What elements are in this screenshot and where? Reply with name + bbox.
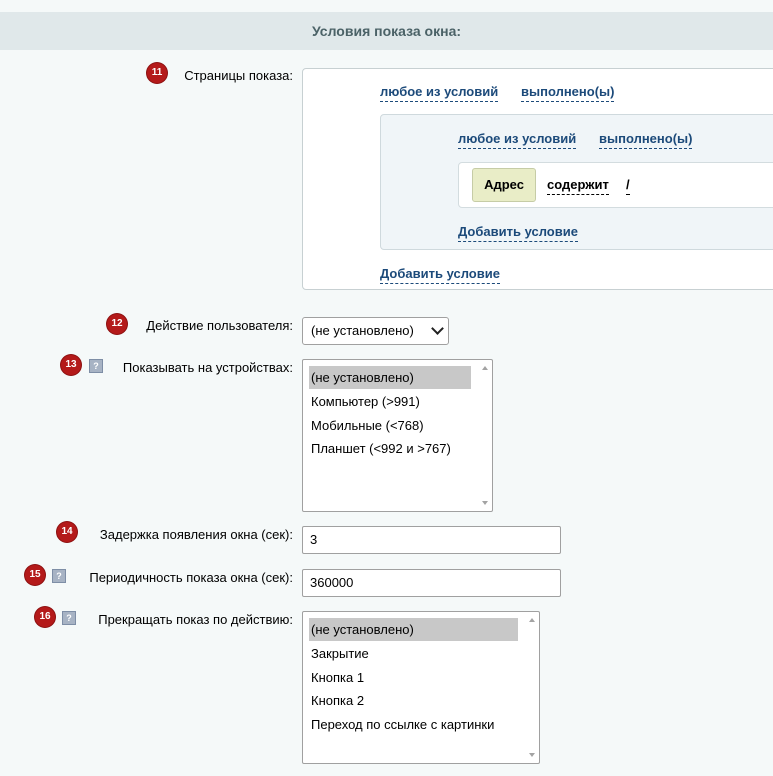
help-icon[interactable]: ? [62, 611, 76, 625]
scrollbar[interactable] [525, 612, 539, 763]
section-title: Условия показа окна: [311, 23, 462, 39]
user-action-select-value: (не установлено) [311, 323, 414, 338]
scroll-down-icon[interactable] [529, 753, 535, 757]
scroll-up-icon[interactable] [529, 618, 535, 622]
row-badge-devices: 13 [61, 355, 81, 375]
scrollbar[interactable] [478, 360, 492, 511]
list-item[interactable]: Кнопка 1 [309, 666, 364, 689]
outer-done-link[interactable]: выполнено(ы) [521, 84, 615, 102]
row-badge-periodicity: 15 [25, 565, 45, 585]
inner-done-link[interactable]: выполнено(ы) [599, 131, 693, 149]
scroll-down-icon[interactable] [482, 501, 488, 505]
inner-add-condition-link[interactable]: Добавить условие [458, 224, 578, 242]
devices-label: Показывать на устройствах: [122, 360, 293, 375]
list-item[interactable]: Переход по ссылке с картинки [309, 713, 494, 736]
scroll-up-icon[interactable] [482, 366, 488, 370]
condition-value[interactable]: / [626, 177, 630, 195]
row-badge-delay: 14 [57, 522, 77, 542]
delay-input[interactable]: 3 [302, 526, 561, 554]
chevron-down-icon [431, 322, 444, 335]
list-item[interactable]: Компьютер (>991) [309, 390, 420, 413]
list-item[interactable]: Кнопка 2 [309, 689, 364, 712]
user-action-select[interactable]: (не установлено) [302, 317, 449, 345]
condition-operator[interactable]: содержит [547, 177, 609, 195]
list-item[interactable]: Закрытие [309, 642, 369, 665]
delay-label: Задержка появления окна (сек): [99, 527, 293, 542]
help-icon[interactable]: ? [89, 359, 103, 373]
stop-on-label: Прекращать показ по действию: [98, 612, 293, 627]
top-strip [0, 0, 773, 12]
help-icon[interactable]: ? [52, 569, 66, 583]
list-item[interactable]: Мобильные (<768) [309, 414, 424, 437]
user-action-label: Действие пользователя: [146, 318, 293, 333]
section-header: Условия показа окна: [0, 12, 773, 50]
condition-field-button[interactable]: Адрес [472, 168, 536, 202]
row-badge-user-action: 12 [107, 314, 127, 334]
stop-on-listbox[interactable]: (не установлено) Закрытие Кнопка 1 Кнопк… [302, 611, 540, 764]
inner-any-condition-link[interactable]: любое из условий [458, 131, 577, 149]
row-badge-stop-on: 16 [35, 607, 55, 627]
outer-add-condition-link[interactable]: Добавить условие [380, 266, 500, 284]
list-item[interactable]: (не установлено) [309, 366, 471, 389]
outer-any-condition-link[interactable]: любое из условий [380, 84, 499, 102]
devices-listbox[interactable]: (не установлено) Компьютер (>991) Мобиль… [302, 359, 493, 512]
periodicity-input[interactable]: 360000 [302, 569, 561, 597]
list-item[interactable]: (не установлено) [309, 618, 518, 641]
periodicity-label: Периодичность показа окна (сек): [89, 570, 293, 585]
row-badge-pages: 11 [147, 63, 167, 83]
pages-label: Страницы показа: [184, 68, 293, 83]
list-item[interactable]: Планшет (<992 и >767) [309, 437, 451, 460]
